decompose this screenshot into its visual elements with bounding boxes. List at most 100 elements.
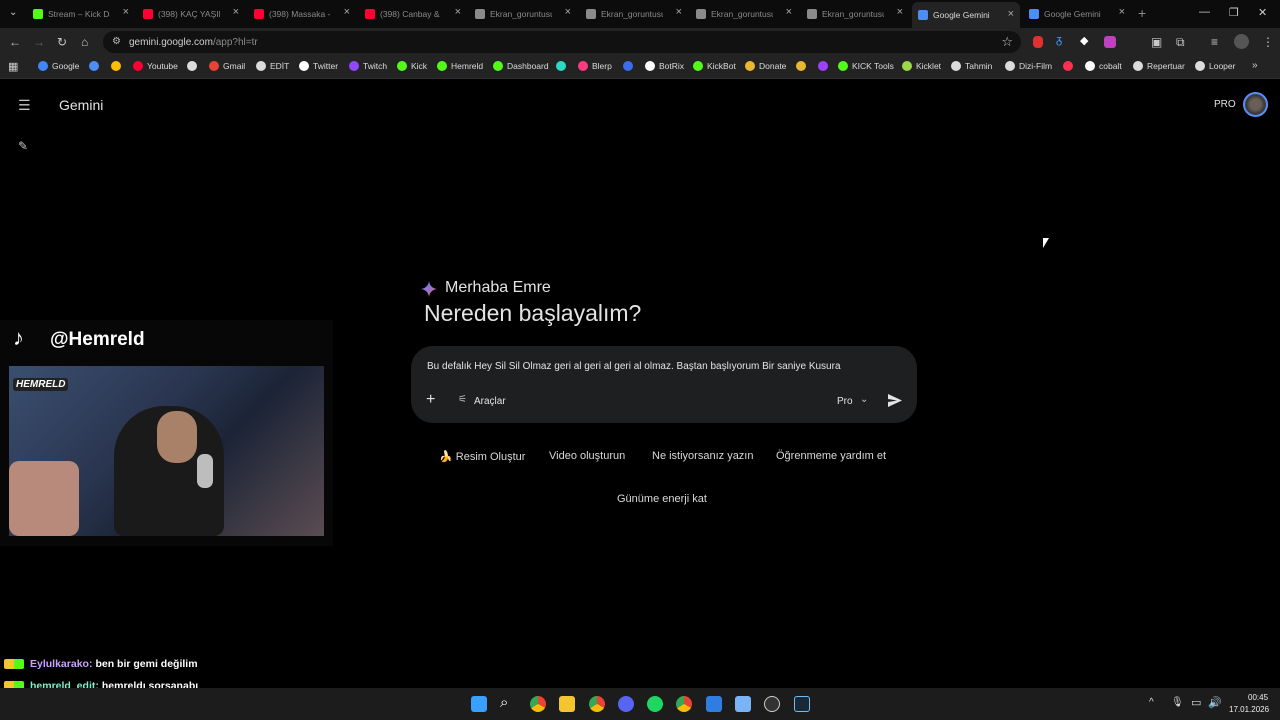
browser-tab[interactable]: Ekran_goruntusu_ × [469,4,577,24]
bookmark-item[interactable]: Twitter [299,61,338,71]
extensions-puzzle-icon[interactable]: ⧉ [1176,35,1185,49]
model-selector[interactable]: Pro [837,396,853,407]
bookmark-item[interactable]: EDİT [256,61,289,71]
chip-create-image[interactable]: 🍌 Resim Oluştur [439,450,525,463]
obs-icon[interactable] [764,696,780,712]
bookmark-item[interactable]: Repertuar [1133,61,1185,71]
app-icon[interactable] [706,696,722,712]
bookmark-item[interactable]: Blerp [578,61,612,71]
chip-boost-my-day[interactable]: Günüme enerji kat [617,493,707,505]
account-avatar[interactable] [1243,92,1268,117]
bookmark-item[interactable]: Hemreld [437,61,483,71]
bookmark-item[interactable]: BotRix [645,61,684,71]
browser-tab[interactable]: Google Gemini × [912,2,1020,28]
prompt-input[interactable]: Bu defalık Hey Sil Sil Olmaz geri al ger… [427,361,841,372]
clock-date[interactable]: 17.01.2026 [1229,705,1269,714]
tools-icon[interactable]: ⚟ [458,394,467,405]
profile-avatar-icon[interactable] [1234,34,1249,49]
extension-icon[interactable]: ◆ [1080,34,1088,47]
tab-close-icon[interactable]: × [1119,6,1125,18]
search-icon[interactable]: ⌕ [500,694,508,711]
tab-close-icon[interactable]: × [344,6,350,18]
bookmark-item[interactable]: Dizi-Film [1005,61,1052,71]
home-icon[interactable]: ⌂ [81,35,88,49]
bookmark-item[interactable]: Dashboard [493,61,549,71]
chip-write-anything[interactable]: Ne istiyorsanız yazın [652,450,753,462]
more-bookmarks-icon[interactable]: » [1252,60,1258,71]
volume-icon[interactable]: 🔊 [1208,696,1222,709]
bookmark-item[interactable]: Kicklet [902,61,941,71]
tab-close-icon[interactable]: × [676,6,682,18]
chip-help-me-learn[interactable]: Öğrenmeme yardım et [776,450,886,462]
tab-close-icon[interactable]: × [565,6,571,18]
back-icon[interactable]: ← [9,35,21,49]
chip-create-video[interactable]: Video oluşturun [549,450,625,462]
browser-tab[interactable]: (398) Canbay & W × [359,4,467,24]
chrome-icon[interactable] [530,696,546,712]
tab-close-icon[interactable]: × [233,6,239,18]
bookmark-item[interactable]: Gmail [209,61,245,71]
main-menu-icon[interactable]: ☰ [18,97,31,114]
microphone-icon[interactable]: 🎙 [1171,697,1184,708]
add-attachment-icon[interactable]: + [426,391,435,409]
bookmark-item[interactable] [111,61,125,71]
network-icon[interactable]: ▭ [1191,696,1201,709]
extension-icon[interactable]: ᵹ [1056,34,1062,46]
bookmark-item[interactable] [187,61,201,71]
bookmark-item[interactable]: Looper [1195,61,1235,71]
tab-close-icon[interactable]: × [1008,8,1014,20]
tab-close-icon[interactable]: × [123,6,129,18]
bookmark-item[interactable] [1063,61,1077,71]
extension-icon[interactable] [1104,36,1116,48]
new-tab-icon[interactable]: + [1138,5,1146,21]
browser-tab[interactable]: Ekran_goruntusu_ × [580,4,688,24]
media-icon[interactable]: ▣ [1151,35,1162,49]
chevron-down-icon[interactable]: ⌄ [860,394,868,405]
bookmark-item[interactable] [89,61,103,71]
apps-grid-icon[interactable]: ▦ [8,60,18,73]
reload-icon[interactable]: ↻ [57,35,67,49]
spotify-icon[interactable] [647,696,663,712]
tab-close-icon[interactable]: × [786,6,792,18]
close-window-icon[interactable]: ✕ [1258,6,1267,19]
extension-icon[interactable] [1033,36,1043,48]
app-icon[interactable] [735,696,751,712]
site-info-icon[interactable]: ⚙ [112,36,121,47]
browser-tab[interactable]: (398) KAÇ YAŞINI × [137,4,245,24]
browser-tab[interactable]: Ekran_goruntusu_ × [690,4,798,24]
chrome-app-icon[interactable] [676,696,692,712]
bookmark-item[interactable]: Youtube [133,61,178,71]
forward-icon[interactable]: → [33,35,45,49]
start-icon[interactable] [471,696,487,712]
bookmark-item[interactable] [556,61,570,71]
restore-icon[interactable]: ❐ [1229,6,1239,19]
tray-chevron-icon[interactable]: ^ [1149,697,1154,708]
menu-kebab-icon[interactable]: ⋮ [1262,35,1274,49]
file-explorer-icon[interactable] [559,696,575,712]
steam-icon[interactable] [794,696,810,712]
discord-icon[interactable] [618,696,634,712]
tab-search-icon[interactable]: ⌄ [9,7,17,18]
clock-time[interactable]: 00:45 [1248,693,1268,702]
bookmark-star-icon[interactable]: ☆ [1001,34,1013,50]
new-chat-icon[interactable]: ✎ [18,139,28,153]
bookmark-item[interactable]: KickBot [693,61,736,71]
tab-close-icon[interactable]: × [897,6,903,18]
bookmark-item[interactable]: cobalt [1085,61,1122,71]
bookmark-item[interactable]: Google [38,61,79,71]
browser-tab[interactable]: Google Gemini × [1023,4,1131,24]
bookmark-item[interactable] [623,61,637,71]
browser-tab[interactable]: Ekran_goruntusu_ × [801,4,909,24]
send-icon[interactable] [888,394,902,407]
bookmark-item[interactable]: Donate [745,61,786,71]
prompt-composer[interactable]: Bu defalık Hey Sil Sil Olmaz geri al ger… [411,346,917,423]
tools-button[interactable]: Araçlar [474,396,506,407]
browser-tab[interactable]: Stream – Kick Das × [27,4,135,24]
chrome-profile-icon[interactable] [589,696,605,712]
bookmark-item[interactable] [796,61,810,71]
bookmark-item[interactable]: KICK Tools [838,61,894,71]
bookmark-item[interactable]: Tahmin [951,61,992,71]
bookmark-item[interactable]: Kick [397,61,427,71]
minimize-icon[interactable]: — [1199,6,1210,18]
bookmark-item[interactable]: Twitch [349,61,387,71]
